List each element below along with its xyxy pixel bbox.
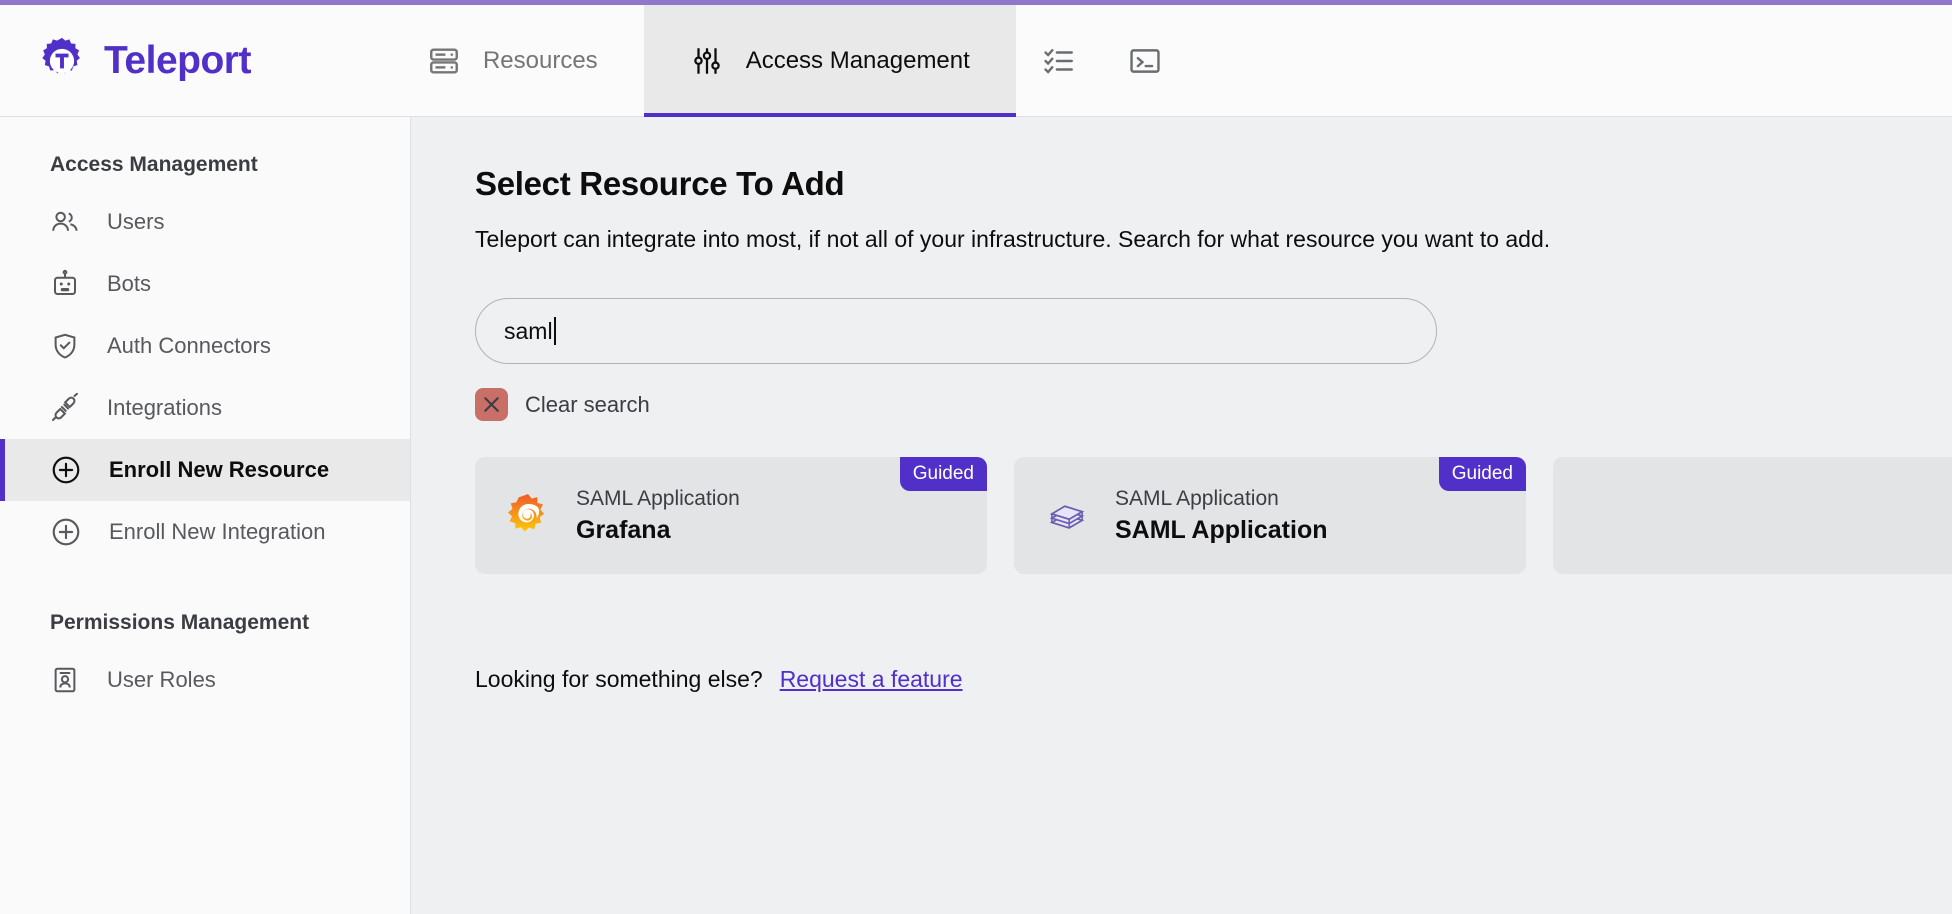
resource-card-kind: SAML Application (576, 487, 740, 511)
server-stack-icon (427, 44, 461, 78)
page-title: Select Resource To Add (475, 165, 1952, 203)
nav-item-label: Resources (483, 47, 598, 75)
app-root: Teleport Resources (0, 0, 1952, 914)
nav-item-label: Access Management (746, 47, 970, 75)
terminal-icon-button[interactable] (1102, 5, 1188, 116)
text-caret (554, 317, 556, 345)
robot-icon (50, 269, 80, 299)
resource-card-title: Grafana (576, 516, 740, 545)
users-icon (50, 207, 80, 237)
sidebar-item-label: Enroll New Resource (109, 457, 329, 483)
search-input[interactable]: saml (475, 298, 1437, 364)
clear-search-label: Clear search (525, 392, 650, 418)
resource-card-list: SAML Application Grafana Guided (475, 457, 1952, 574)
body-row: Access Management Users (0, 117, 1952, 914)
resource-card-saml-application[interactable]: SAML Application SAML Application Guided (1014, 457, 1526, 574)
sidebar-item-label: Users (107, 209, 164, 235)
plug-icon (50, 393, 80, 423)
sidebar-spacer (0, 563, 410, 597)
checklist-icon-button[interactable] (1016, 5, 1102, 116)
shield-check-icon (50, 331, 80, 361)
sidebar-item-enroll-new-integration[interactable]: Enroll New Integration (0, 501, 410, 563)
main-content: Select Resource To Add Teleport can inte… (411, 117, 1952, 914)
sidebar-item-users[interactable]: Users (0, 191, 410, 253)
id-card-icon (50, 665, 80, 695)
sidebar-item-label: User Roles (107, 667, 216, 693)
sidebar-heading-permissions-management: Permissions Management (0, 597, 410, 649)
resource-card-title: SAML Application (1115, 516, 1328, 545)
sidebar-item-bots[interactable]: Bots (0, 253, 410, 315)
brand-logo[interactable]: Teleport (0, 5, 281, 116)
sidebar-item-enroll-new-resource[interactable]: Enroll New Resource (0, 439, 410, 501)
resource-card-partial[interactable] (1553, 457, 1952, 574)
top-nav-items: Resources Access Management (381, 5, 1188, 116)
search-input-value: saml (504, 318, 553, 345)
search-wrapper: saml (475, 298, 1952, 364)
guided-badge: Guided (1439, 457, 1526, 491)
resource-card-kind: SAML Application (1115, 487, 1328, 511)
footer-text: Looking for something else? (475, 666, 763, 693)
footer-row: Looking for something else? Request a fe… (475, 666, 1952, 693)
nav-item-access-management[interactable]: Access Management (644, 5, 1016, 116)
checklist-icon (1042, 44, 1076, 78)
sidebar-item-label: Integrations (107, 395, 222, 421)
brand-name: Teleport (104, 39, 251, 83)
sidebar-item-label: Auth Connectors (107, 333, 271, 359)
teleport-gear-logo-icon (36, 35, 88, 87)
nav-item-resources[interactable]: Resources (381, 5, 644, 116)
sidebar-item-user-roles[interactable]: User Roles (0, 649, 410, 711)
resource-card-grafana[interactable]: SAML Application Grafana Guided (475, 457, 987, 574)
sidebar-item-integrations[interactable]: Integrations (0, 377, 410, 439)
page-description: Teleport can integrate into most, if not… (475, 226, 1952, 253)
sidebar-item-label: Bots (107, 271, 151, 297)
terminal-icon (1128, 44, 1162, 78)
grafana-icon (502, 490, 554, 542)
resource-card-text: SAML Application Grafana (576, 487, 740, 545)
sidebar: Access Management Users (0, 117, 411, 914)
plus-circle-icon (50, 454, 82, 486)
clear-search-button[interactable]: Clear search (475, 388, 1952, 421)
request-a-feature-link[interactable]: Request a feature (780, 666, 963, 693)
sidebar-item-label: Enroll New Integration (109, 519, 325, 545)
close-x-icon (475, 388, 508, 421)
resource-card-text: SAML Application SAML Application (1115, 487, 1328, 545)
top-navigation-bar: Teleport Resources (0, 5, 1952, 117)
sliders-icon (690, 44, 724, 78)
saml-books-icon (1041, 490, 1093, 542)
sidebar-item-auth-connectors[interactable]: Auth Connectors (0, 315, 410, 377)
plus-circle-icon (50, 516, 82, 548)
guided-badge: Guided (900, 457, 987, 491)
sidebar-heading-access-management: Access Management (0, 139, 410, 191)
